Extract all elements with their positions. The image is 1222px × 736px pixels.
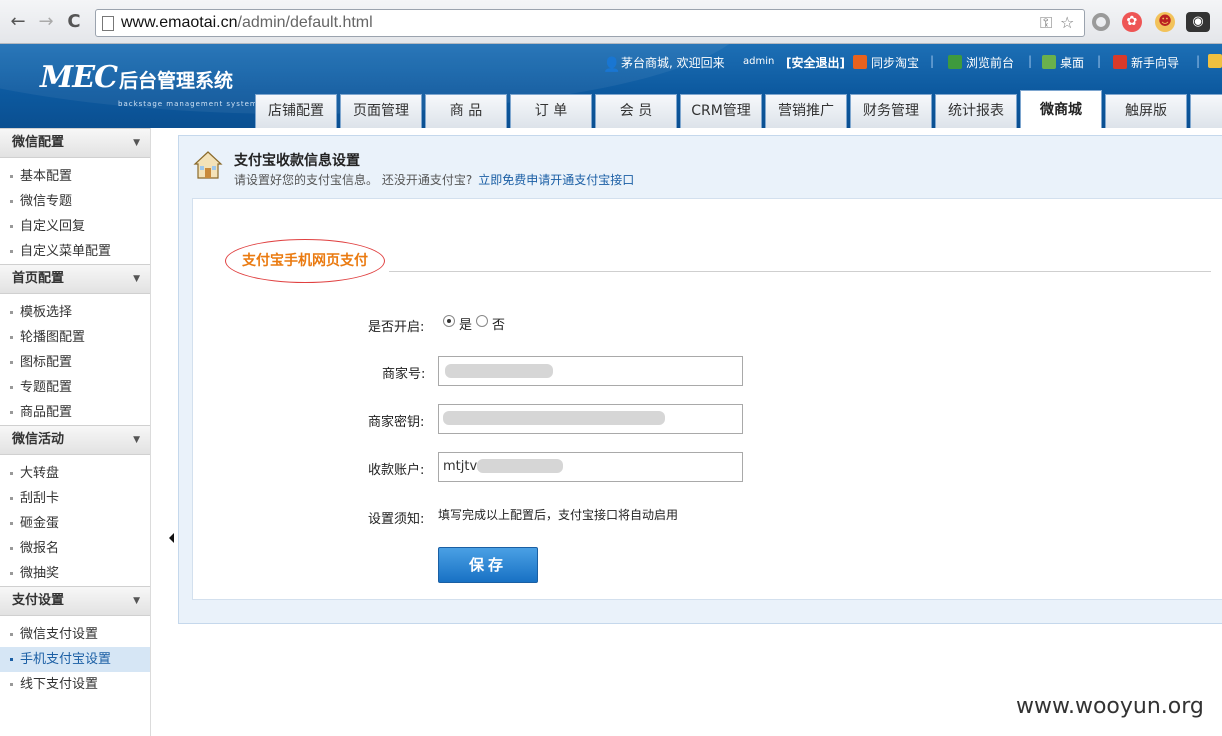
url-host: www.emaotai.cn (121, 14, 238, 31)
key-icon[interactable]: ⚿ (1040, 13, 1052, 33)
sidebar-group-wechat-config[interactable]: 微信配置 ▼ (0, 128, 150, 158)
sidebar-item-template[interactable]: 模板选择 (0, 300, 150, 325)
sidebar-group-payment[interactable]: 支付设置 ▼ (0, 586, 150, 616)
sidebar-item-signup[interactable]: 微报名 (0, 536, 150, 561)
sidebar-item-golden-egg[interactable]: 砸金蛋 (0, 511, 150, 536)
main-panel: 支付宝收款信息设置 请设置好您的支付宝信息。 还没开通支付宝? 立即免费申请开通支… (178, 135, 1222, 624)
sidebar-item-icon-config[interactable]: 图标配置 (0, 350, 150, 375)
guide-link[interactable]: 新手向导 (1113, 54, 1179, 71)
tab-reports[interactable]: 统计报表 (935, 94, 1017, 128)
app-header: MEC 后台管理系统 backstage management system 👤茅… (0, 44, 1222, 128)
logo-subtitle: backstage management system (118, 100, 258, 108)
merchant-key-input[interactable] (438, 404, 743, 434)
sidebar-item-basic-config[interactable]: 基本配置 (0, 164, 150, 189)
app-logo: MEC 后台管理系统 backstage management system (40, 60, 257, 108)
tab-touch[interactable]: 触屏版 (1105, 94, 1187, 128)
logo-mec: MEC (40, 60, 118, 95)
merchant-id-input[interactable] (438, 356, 743, 386)
sidebar-item-wechat-topic[interactable]: 微信专题 (0, 189, 150, 214)
sidebar-group-wechat-activity[interactable]: 微信活动 ▼ (0, 425, 150, 455)
address-text[interactable]: www.emaotai.cn/admin/default.html (121, 14, 373, 32)
desktop-icon (1042, 55, 1056, 69)
tab-members[interactable]: 会 员 (595, 94, 677, 128)
caret-down-icon: ▼ (133, 274, 140, 284)
tab-marketing[interactable]: 营销推广 (765, 94, 847, 128)
url-path: /admin/default.html (237, 14, 373, 31)
extension-face-icon[interactable]: ☻ (1155, 12, 1175, 32)
tab-orders[interactable]: 订 单 (510, 94, 592, 128)
save-button[interactable]: 保存 (438, 547, 538, 583)
sidebar: 微信配置 ▼ 基本配置 微信专题 自定义回复 自定义菜单配置 首页配置 ▼ 模板选择… (0, 128, 151, 736)
sidebar-item-carousel[interactable]: 轮播图配置 (0, 325, 150, 350)
address-bar[interactable]: www.emaotai.cn/admin/default.html ⚿ ☆ (95, 9, 1085, 37)
notice-label: 设置须知: (368, 512, 425, 527)
section-title: 支付宝手机网页支付 (225, 239, 385, 283)
logo-title: 后台管理系统 (118, 70, 233, 92)
enable-label: 是否开启: (368, 320, 425, 335)
enable-no-label: 否 (492, 318, 506, 333)
extension-badge-icon[interactable]: ✿ (1122, 12, 1142, 32)
tab-micro-mall[interactable]: 微商城 (1020, 90, 1102, 128)
sidebar-item-custom-menu[interactable]: 自定义菜单配置 (0, 239, 150, 264)
home-icon (193, 151, 223, 179)
tab-finance[interactable]: 财务管理 (850, 94, 932, 128)
caret-down-icon: ▼ (133, 596, 140, 606)
forward-button[interactable]: → (36, 12, 56, 32)
user-icon: 👤 (603, 57, 621, 73)
caret-down-icon: ▼ (133, 138, 140, 148)
panel-title: 支付宝收款信息设置 (234, 153, 360, 169)
browse-icon (948, 55, 962, 69)
notice-text: 填写完成以上配置后，支付宝接口将自动启用 (438, 508, 679, 522)
sidebar-item-offline-pay[interactable]: 线下支付设置 (0, 672, 150, 697)
caret-down-icon: ▼ (133, 435, 140, 445)
section-divider (389, 271, 1211, 272)
tab-products[interactable]: 商 品 (425, 94, 507, 128)
top-links: 👤茅台商城, 欢迎回来 admin [安全退出] 同步淘宝 | 浏览前台 | 桌… (600, 54, 1222, 74)
sidebar-collapse-arrow-icon[interactable] (169, 533, 174, 543)
enable-no-radio[interactable] (476, 315, 488, 327)
enable-yes-label: 是 (459, 318, 473, 333)
tab-page-manage[interactable]: 页面管理 (340, 94, 422, 128)
tab-more[interactable] (1190, 94, 1222, 128)
account-input[interactable]: mtjtv (438, 452, 743, 482)
username: admin (743, 56, 775, 67)
sidebar-item-product-config[interactable]: 商品配置 (0, 400, 150, 425)
sidebar-item-wheel[interactable]: 大转盘 (0, 461, 150, 486)
form-box: 支付宝手机网页支付 是否开启: 是 否 商家号: 商家密钥: 收款账户: mtj… (192, 198, 1222, 600)
sidebar-item-scratch[interactable]: 刮刮卡 (0, 486, 150, 511)
merchant-id-label: 商家号: (382, 367, 426, 382)
desktop-link[interactable]: 桌面 (1042, 54, 1084, 71)
taobao-icon (853, 55, 867, 69)
extension-mask-icon[interactable]: ◉ (1186, 12, 1210, 32)
tab-store-config[interactable]: 店铺配置 (255, 94, 337, 128)
extension-circle-icon[interactable] (1092, 13, 1110, 31)
watermark: www.wooyun.org (1016, 694, 1204, 719)
back-button[interactable]: ← (8, 12, 28, 32)
sidebar-item-custom-reply[interactable]: 自定义回复 (0, 214, 150, 239)
star-icon[interactable]: ☆ (1060, 13, 1074, 32)
sidebar-item-wechat-pay[interactable]: 微信支付设置 (0, 622, 150, 647)
panel-subtitle: 请设置好您的支付宝信息。 还没开通支付宝? 立即免费申请开通支付宝接口 (234, 173, 635, 187)
merchant-key-label: 商家密钥: (368, 415, 425, 430)
account-value: mtjtv (443, 459, 478, 474)
browse-front-link[interactable]: 浏览前台 (948, 54, 1014, 71)
reload-button[interactable]: C (64, 12, 84, 32)
tab-crm[interactable]: CRM管理 (680, 94, 762, 128)
account-label: 收款账户: (368, 463, 425, 478)
folder-icon[interactable] (1208, 54, 1222, 69)
welcome-text: 👤茅台商城, 欢迎回来 (603, 56, 725, 73)
apply-alipay-link[interactable]: 立即免费申请开通支付宝接口 (478, 173, 634, 187)
sidebar-group-home-config[interactable]: 首页配置 ▼ (0, 264, 150, 294)
browser-toolbar: ← → C www.emaotai.cn/admin/default.html … (0, 0, 1222, 44)
sync-taobao-link[interactable]: 同步淘宝 (853, 54, 919, 71)
sidebar-item-topic-config[interactable]: 专题配置 (0, 375, 150, 400)
page-icon (102, 16, 114, 31)
logout-link[interactable]: [安全退出] (786, 54, 845, 71)
sidebar-item-mobile-alipay[interactable]: 手机支付宝设置 (0, 647, 150, 672)
flag-icon (1113, 55, 1127, 69)
enable-yes-radio[interactable] (443, 315, 455, 327)
sidebar-item-lottery[interactable]: 微抽奖 (0, 561, 150, 586)
